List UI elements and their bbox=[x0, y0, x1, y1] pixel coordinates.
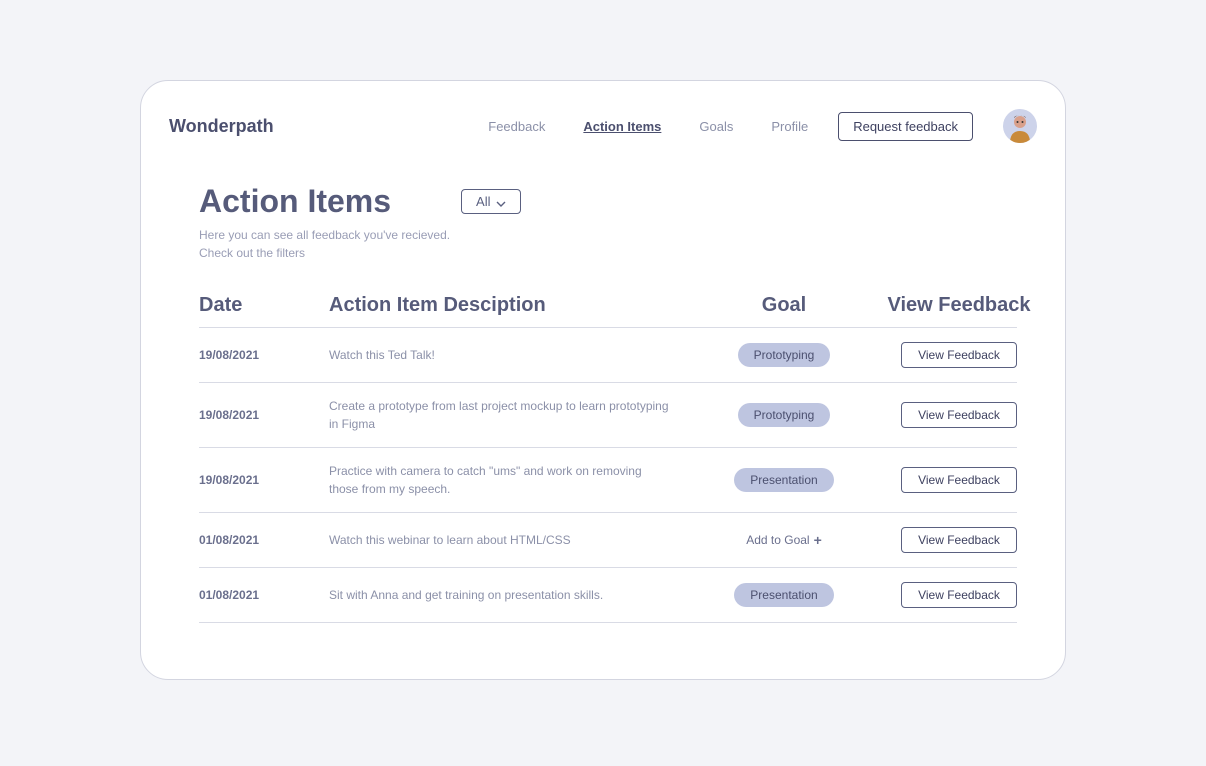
table-header: Date Action Item Desciption Goal View Fe… bbox=[199, 286, 1017, 328]
content: Action Items All Here you can see all fe… bbox=[169, 143, 1037, 623]
nav-feedback[interactable]: Feedback bbox=[488, 119, 545, 134]
cell-goal: Presentation bbox=[689, 583, 879, 607]
view-feedback-button[interactable]: View Feedback bbox=[901, 582, 1017, 608]
goal-pill[interactable]: Prototyping bbox=[738, 343, 831, 367]
table-body: 19/08/2021Watch this Ted Talk!Prototypin… bbox=[199, 328, 1017, 623]
cell-view-feedback: View Feedback bbox=[879, 402, 1039, 428]
table-row: 19/08/2021Practice with camera to catch … bbox=[199, 448, 1017, 513]
page-title: Action Items bbox=[199, 183, 391, 220]
nav-goals[interactable]: Goals bbox=[699, 119, 733, 134]
cell-view-feedback: View Feedback bbox=[879, 527, 1039, 553]
cell-date: 19/08/2021 bbox=[199, 473, 329, 487]
table-row: 01/08/2021Watch this webinar to learn ab… bbox=[199, 513, 1017, 568]
goal-pill[interactable]: Presentation bbox=[734, 468, 833, 492]
cell-description: Create a prototype from last project moc… bbox=[329, 397, 689, 433]
app-card: Wonderpath Feedback Action Items Goals P… bbox=[140, 80, 1066, 680]
avatar[interactable] bbox=[1003, 109, 1037, 143]
nav: Feedback Action Items Goals Profile bbox=[488, 119, 808, 134]
goal-pill[interactable]: Presentation bbox=[734, 583, 833, 607]
view-feedback-button[interactable]: View Feedback bbox=[901, 402, 1017, 428]
cell-view-feedback: View Feedback bbox=[879, 342, 1039, 368]
cell-goal: Prototyping bbox=[689, 403, 879, 427]
cell-view-feedback: View Feedback bbox=[879, 467, 1039, 493]
table-row: 19/08/2021Watch this Ted Talk! Prototypin… bbox=[199, 328, 1017, 383]
nav-profile[interactable]: Profile bbox=[771, 119, 808, 134]
table-row: 01/08/2021Sit with Anna and get training… bbox=[199, 568, 1017, 623]
cell-description: Watch this webinar to learn about HTML/C… bbox=[329, 531, 689, 549]
cell-goal: Add to Goal + bbox=[689, 532, 879, 548]
nav-action-items[interactable]: Action Items bbox=[583, 119, 661, 134]
col-date: Date bbox=[199, 294, 329, 317]
header: Wonderpath Feedback Action Items Goals P… bbox=[169, 109, 1037, 143]
chevron-down-icon bbox=[496, 197, 506, 207]
col-description: Action Item Desciption bbox=[329, 294, 689, 317]
plus-icon: + bbox=[814, 532, 822, 548]
add-to-goal-button[interactable]: Add to Goal + bbox=[746, 532, 822, 548]
view-feedback-button[interactable]: View Feedback bbox=[901, 342, 1017, 368]
cell-date: 19/08/2021 bbox=[199, 408, 329, 422]
add-to-goal-label: Add to Goal bbox=[746, 533, 809, 547]
request-feedback-button[interactable]: Request feedback bbox=[838, 112, 973, 141]
cell-description: Practice with camera to catch "ums" and … bbox=[329, 462, 689, 498]
cell-goal: Presentation bbox=[689, 468, 879, 492]
view-feedback-button[interactable]: View Feedback bbox=[901, 527, 1017, 553]
avatar-icon bbox=[1007, 113, 1033, 143]
view-feedback-button[interactable]: View Feedback bbox=[901, 467, 1017, 493]
filter-label: All bbox=[476, 194, 490, 209]
goal-pill[interactable]: Prototyping bbox=[738, 403, 831, 427]
action-items-table: Date Action Item Desciption Goal View Fe… bbox=[199, 286, 1017, 623]
cell-date: 01/08/2021 bbox=[199, 588, 329, 602]
table-row: 19/08/2021Create a prototype from last p… bbox=[199, 383, 1017, 448]
cell-goal: Prototyping bbox=[689, 343, 879, 367]
cell-date: 19/08/2021 bbox=[199, 348, 329, 362]
cell-date: 01/08/2021 bbox=[199, 533, 329, 547]
page-subtitle: Here you can see all feedback you've rec… bbox=[199, 226, 459, 262]
brand-logo[interactable]: Wonderpath bbox=[169, 116, 274, 137]
col-view-feedback: View Feedback bbox=[879, 294, 1039, 317]
cell-description: Watch this Ted Talk! bbox=[329, 346, 689, 364]
cell-view-feedback: View Feedback bbox=[879, 582, 1039, 608]
col-goal: Goal bbox=[689, 294, 879, 317]
filter-dropdown[interactable]: All bbox=[461, 189, 521, 214]
cell-description: Sit with Anna and get training on presen… bbox=[329, 586, 689, 604]
title-row: Action Items All bbox=[199, 183, 1017, 220]
